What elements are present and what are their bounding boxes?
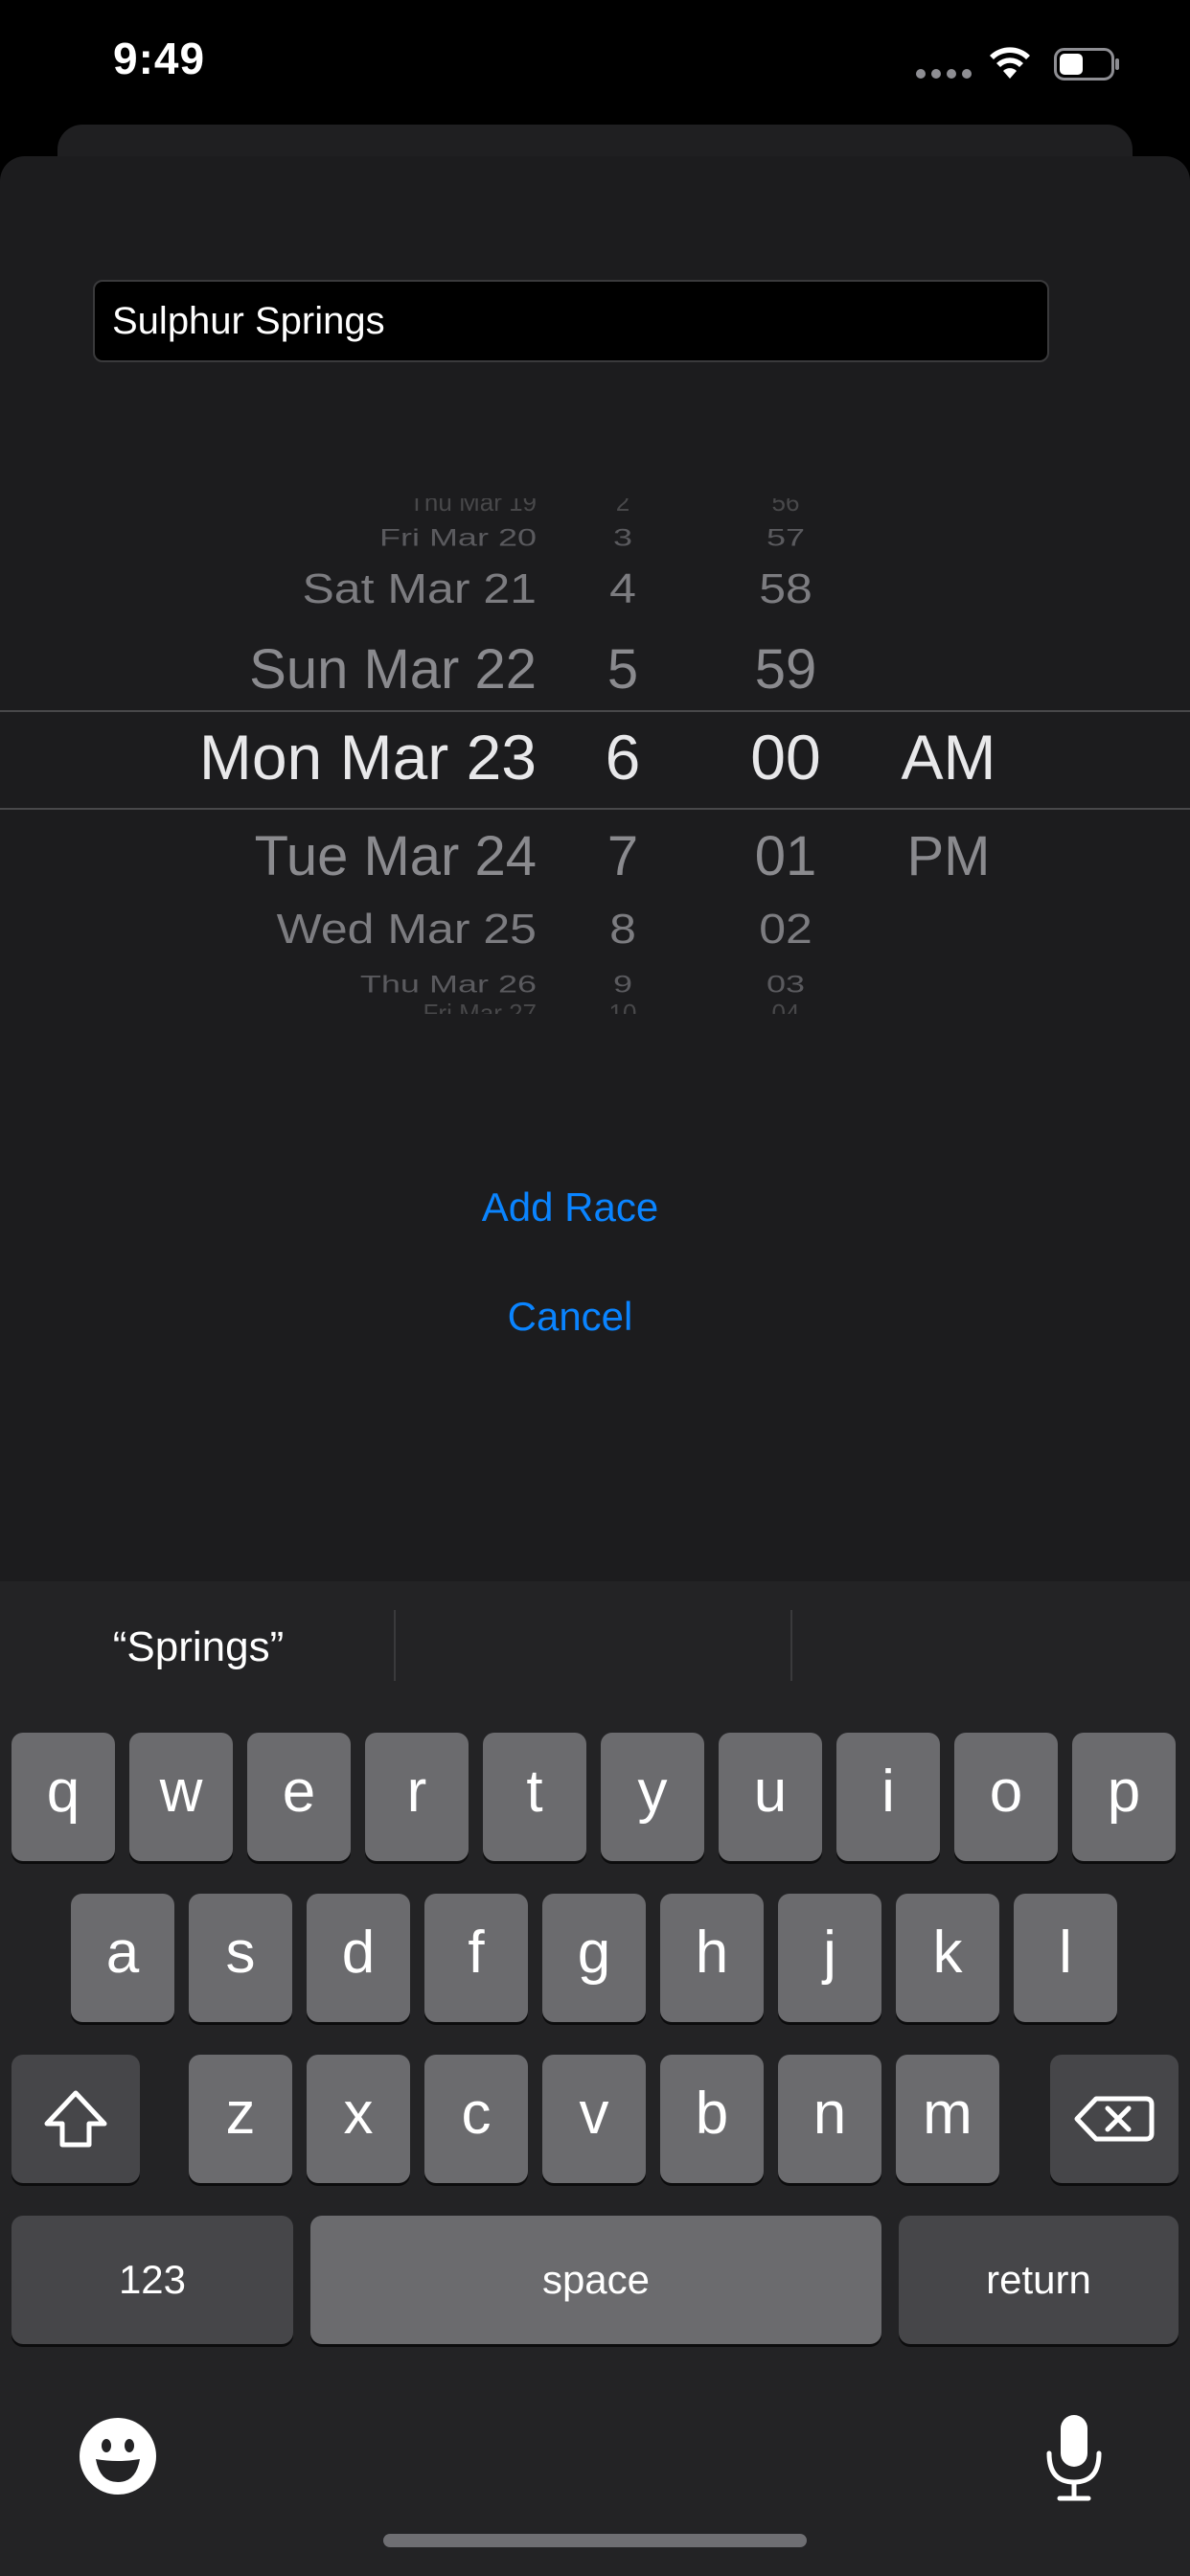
picker-minute-option[interactable]: 57 — [728, 523, 843, 551]
picker-date-option[interactable]: Sat Mar 21 — [153, 564, 537, 612]
key-h[interactable]: h — [660, 1894, 764, 2022]
picker-minute-option[interactable]: 59 — [728, 637, 843, 702]
key-y[interactable]: y — [601, 1733, 704, 1861]
picker-minute-option[interactable]: 58 — [728, 564, 843, 612]
key-m[interactable]: m — [896, 2055, 999, 2183]
picker-ampm-option[interactable]: PM — [881, 824, 1016, 888]
picker-hour-option[interactable]: 4 — [575, 564, 671, 612]
key-t[interactable]: t — [483, 1733, 586, 1861]
suggestion-item[interactable]: “Springs” — [0, 1623, 397, 1671]
emoji-icon[interactable] — [79, 2417, 157, 2496]
battery-icon — [1054, 48, 1119, 80]
key-k[interactable]: k — [896, 1894, 999, 2022]
picker-minute-option[interactable]: 01 — [728, 824, 843, 888]
status-bar: 9:49 — [0, 0, 1190, 125]
picker-minute-option[interactable]: 04 — [728, 1000, 843, 1014]
picker-minute-column[interactable]: 56 57 58 59 00 01 02 03 04 — [728, 498, 843, 1016]
picker-date-option[interactable]: Wed Mar 25 — [153, 904, 537, 953]
picker-hour-option[interactable]: 10 — [575, 1000, 671, 1014]
key-j[interactable]: j — [778, 1894, 881, 2022]
home-indicator[interactable] — [383, 2534, 807, 2547]
picker-ampm-selected[interactable]: AM — [881, 721, 1016, 794]
picker-hour-option[interactable]: 5 — [575, 637, 671, 702]
space-key[interactable]: space — [310, 2216, 881, 2344]
key-w[interactable]: w — [129, 1733, 233, 1861]
picker-date-option[interactable]: Tue Mar 24 — [153, 824, 537, 888]
key-r[interactable]: r — [365, 1733, 469, 1861]
picker-date-option[interactable]: Sun Mar 22 — [153, 637, 537, 702]
picker-date-option[interactable]: Thu Mar 26 — [153, 970, 537, 998]
backspace-icon — [1074, 2096, 1155, 2142]
key-d[interactable]: d — [307, 1894, 410, 2022]
picker-minute-option[interactable]: 03 — [728, 970, 843, 998]
picker-minute-option[interactable]: 02 — [728, 904, 843, 953]
return-key[interactable]: return — [899, 2216, 1179, 2344]
suggestion-divider — [790, 1610, 792, 1681]
suggestion-divider — [394, 1610, 396, 1681]
cancel-button[interactable]: Cancel — [0, 1294, 1140, 1340]
picker-date-option[interactable]: Thu Mar 19 — [153, 498, 537, 512]
key-a[interactable]: a — [71, 1894, 174, 2022]
key-c[interactable]: c — [424, 2055, 528, 2183]
numbers-key[interactable]: 123 — [11, 2216, 293, 2344]
key-q[interactable]: q — [11, 1733, 115, 1861]
key-s[interactable]: s — [189, 1894, 292, 2022]
cellular-signal-icon — [916, 69, 972, 80]
delete-key[interactable] — [1050, 2055, 1179, 2183]
picker-date-option[interactable]: Fri Mar 27 — [153, 1000, 537, 1014]
picker-minute-option[interactable]: 56 — [728, 498, 843, 512]
picker-hour-option[interactable]: 7 — [575, 824, 671, 888]
suggestion-bar: “Springs” — [0, 1581, 1190, 1725]
picker-minute-selected[interactable]: 00 — [728, 721, 843, 794]
picker-hour-column[interactable]: 2 3 4 5 6 7 8 9 10 — [575, 498, 671, 1016]
key-g[interactable]: g — [542, 1894, 646, 2022]
key-i[interactable]: i — [836, 1733, 940, 1861]
picker-date-option[interactable]: Fri Mar 20 — [153, 523, 537, 551]
add-race-button[interactable]: Add Race — [0, 1184, 1140, 1230]
picker-ampm-column[interactable]: AM PM — [881, 498, 1016, 1016]
key-l[interactable]: l — [1014, 1894, 1117, 2022]
key-v[interactable]: v — [542, 2055, 646, 2183]
key-p[interactable]: p — [1072, 1733, 1176, 1861]
key-n[interactable]: n — [778, 2055, 881, 2183]
shift-icon — [44, 2090, 107, 2148]
picker-date-column[interactable]: Thu Mar 19 Fri Mar 20 Sat Mar 21 Sun Mar… — [153, 498, 537, 1016]
picker-hour-selected[interactable]: 6 — [575, 721, 671, 794]
shift-key[interactable] — [11, 2055, 140, 2183]
picker-hour-option[interactable]: 9 — [575, 970, 671, 998]
microphone-icon[interactable] — [1044, 2413, 1104, 2501]
key-u[interactable]: u — [719, 1733, 822, 1861]
picker-hour-option[interactable]: 8 — [575, 904, 671, 953]
picker-date-selected[interactable]: Mon Mar 23 — [153, 721, 537, 794]
picker-hour-option[interactable]: 3 — [575, 523, 671, 551]
key-f[interactable]: f — [424, 1894, 528, 2022]
key-e[interactable]: e — [247, 1733, 351, 1861]
key-o[interactable]: o — [954, 1733, 1058, 1861]
picker-hour-option[interactable]: 2 — [575, 498, 671, 512]
status-time: 9:49 — [113, 34, 206, 83]
wifi-icon — [990, 47, 1030, 79]
key-x[interactable]: x — [307, 2055, 410, 2183]
race-name-field[interactable]: Sulphur Springs — [93, 280, 1049, 362]
date-time-picker[interactable]: Thu Mar 19 Fri Mar 20 Sat Mar 21 Sun Mar… — [0, 498, 1190, 1016]
key-b[interactable]: b — [660, 2055, 764, 2183]
key-z[interactable]: z — [189, 2055, 292, 2183]
